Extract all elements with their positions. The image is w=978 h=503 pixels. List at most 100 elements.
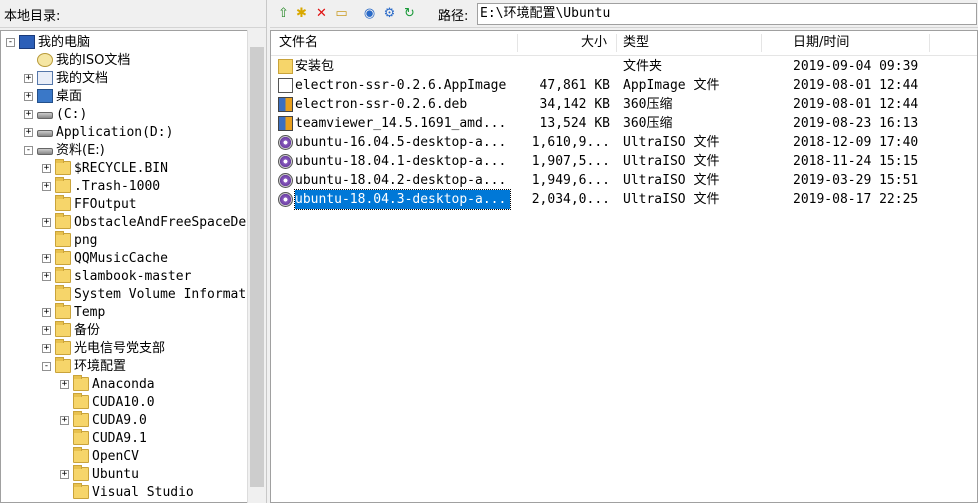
tree-item-label: Visual Studio [92, 485, 194, 500]
file-name: ubuntu-16.04.5-desktop-a... [295, 135, 507, 150]
folder-icon [73, 375, 89, 391]
file-type: UltraISO 文件 [623, 173, 720, 188]
file-date: 2019-08-01 12:44 [793, 78, 919, 93]
delete-icon[interactable]: ✕ [314, 6, 329, 21]
file-row[interactable]: electron-ssr-0.2.6.AppImage 47,861 KB AppI… [271, 76, 977, 95]
collapse-icon[interactable]: - [24, 146, 33, 155]
iso-file-icon [278, 173, 293, 188]
refresh-icon[interactable]: ↻ [402, 6, 417, 21]
browse-icon[interactable]: ◉ [362, 6, 377, 21]
collapse-icon[interactable]: - [6, 38, 15, 47]
folder-icon [55, 231, 71, 247]
tree-item-label: System Volume Informati [74, 287, 248, 302]
folder-icon [278, 59, 293, 74]
file-size: 1,949,6... [531, 173, 610, 188]
file-date: 2018-11-24 15:15 [793, 154, 919, 169]
computer-icon [19, 35, 35, 49]
expand-icon[interactable]: + [60, 380, 69, 389]
up-folder-icon[interactable]: ⇧ [276, 6, 291, 21]
file-name: ubuntu-18.04.1-desktop-a... [295, 154, 507, 169]
tree-item-label: Temp [74, 305, 106, 320]
folder-icon [55, 339, 71, 355]
folder-icon [55, 357, 71, 373]
column-separator [761, 34, 762, 52]
file-name: ubuntu-18.04.3-desktop-a... [293, 189, 512, 210]
file-date: 2019-09-04 09:39 [793, 59, 919, 74]
expand-icon[interactable]: + [24, 128, 33, 137]
file-type: 360压缩 [623, 97, 673, 112]
settings-gear-icon[interactable]: ⚙ [382, 6, 397, 21]
file-type: AppImage 文件 [623, 78, 720, 93]
file-type: 360压缩 [623, 116, 673, 131]
tree-item-label: 我的电脑 [38, 35, 91, 50]
file-type: UltraISO 文件 [623, 192, 720, 207]
file-row[interactable]: teamviewer_14.5.1691_amd... 13,524 KB 360压… [271, 114, 977, 133]
tree-item-label: 桌面 [56, 89, 83, 104]
iso-file-icon [278, 192, 293, 207]
expand-icon[interactable]: + [42, 182, 51, 191]
iso-docs-icon [37, 53, 53, 67]
file-name: 安装包 [295, 59, 335, 74]
file-row[interactable]: ubuntu-18.04.3-desktop-a... 2,034,0... Ult… [271, 189, 977, 210]
drive-icon [37, 130, 53, 137]
local-directory-header: 本地目录: [0, 0, 266, 28]
tree-item-label: (C:) [56, 107, 88, 122]
file-type: UltraISO 文件 [623, 135, 720, 150]
tree-item-label: $RECYCLE.BIN [74, 161, 168, 176]
column-header-type[interactable]: 类型 [623, 31, 649, 55]
path-input[interactable]: E:\环境配置\Ubuntu [477, 3, 977, 25]
file-row[interactable]: electron-ssr-0.2.6.deb 34,142 KB 360压缩 2019… [271, 95, 977, 114]
file-row[interactable]: ubuntu-16.04.5-desktop-a... 1,610,9... Ult… [271, 133, 977, 152]
expand-icon[interactable]: + [42, 254, 51, 263]
documents-icon [37, 71, 53, 85]
expand-icon[interactable]: + [42, 344, 51, 353]
file-list[interactable]: 文件名 大小 类型 日期/时间 安装包 文件夹 2019-09-04 09:39 el… [270, 30, 978, 503]
expand-icon[interactable]: + [60, 416, 69, 425]
expand-icon[interactable]: + [24, 110, 33, 119]
file-size: 1,610,9... [531, 135, 610, 150]
file-row[interactable]: 安装包 文件夹 2019-09-04 09:39 [271, 57, 977, 76]
tree-item-label: 备份 [74, 323, 101, 338]
column-header-size[interactable]: 大小 [581, 31, 607, 55]
expand-icon[interactable]: + [42, 272, 51, 281]
new-folder-icon[interactable]: ✱ [294, 6, 309, 21]
column-header-row: 文件名 大小 类型 日期/时间 [271, 31, 977, 56]
drive-icon [37, 148, 53, 155]
column-separator [517, 34, 518, 52]
path-label: 路径: [438, 9, 469, 24]
file-size: 2,034,0... [531, 192, 610, 207]
file-name: electron-ssr-0.2.6.deb [295, 97, 468, 112]
appimage-file-icon [278, 78, 293, 93]
file-size: 13,524 KB [539, 116, 610, 131]
file-date: 2019-08-17 22:25 [793, 192, 919, 207]
file-name: electron-ssr-0.2.6.AppImage [295, 78, 507, 93]
folder-icon [55, 159, 71, 175]
expand-icon[interactable]: + [42, 308, 51, 317]
tree-scrollbar-thumb[interactable] [250, 47, 264, 487]
expand-icon[interactable]: + [60, 470, 69, 479]
column-header-name[interactable]: 文件名 [279, 31, 318, 55]
column-header-date[interactable]: 日期/时间 [793, 31, 849, 55]
expand-icon[interactable]: + [42, 326, 51, 335]
expand-icon[interactable]: + [42, 218, 51, 227]
directory-tree[interactable]: - 我的电脑 我的ISO文档 + 我的文档 + 桌面 + (C:) + Application(D:… [0, 30, 248, 503]
tree-item-label: CUDA10.0 [92, 395, 155, 410]
collapse-icon[interactable]: - [42, 362, 51, 371]
expand-icon[interactable]: + [42, 164, 51, 173]
file-date: 2018-12-09 17:40 [793, 135, 919, 150]
iso-file-icon [278, 154, 293, 169]
expand-icon[interactable]: + [24, 92, 33, 101]
file-row[interactable]: ubuntu-18.04.1-desktop-a... 1,907,5... Ult… [271, 152, 977, 171]
file-date: 2019-08-01 12:44 [793, 97, 919, 112]
toolbar: ⇧ ✱ ✕ ▭ ◉ ⚙ ↻ 路径: E:\环境配置\Ubuntu [270, 0, 978, 28]
tree-item-label: OpenCV [92, 449, 139, 464]
tree-item-label: png [74, 233, 98, 248]
folder-icon [55, 249, 71, 265]
folder-icon [55, 285, 71, 301]
tree-item-label: 光电信号党支部 [74, 341, 166, 356]
folder-icon [73, 411, 89, 427]
tree-scrollbar[interactable] [247, 30, 266, 503]
file-row[interactable]: ubuntu-18.04.2-desktop-a... 1,949,6... Ult… [271, 171, 977, 190]
rename-icon[interactable]: ▭ [334, 6, 349, 21]
expand-icon[interactable]: + [24, 74, 33, 83]
